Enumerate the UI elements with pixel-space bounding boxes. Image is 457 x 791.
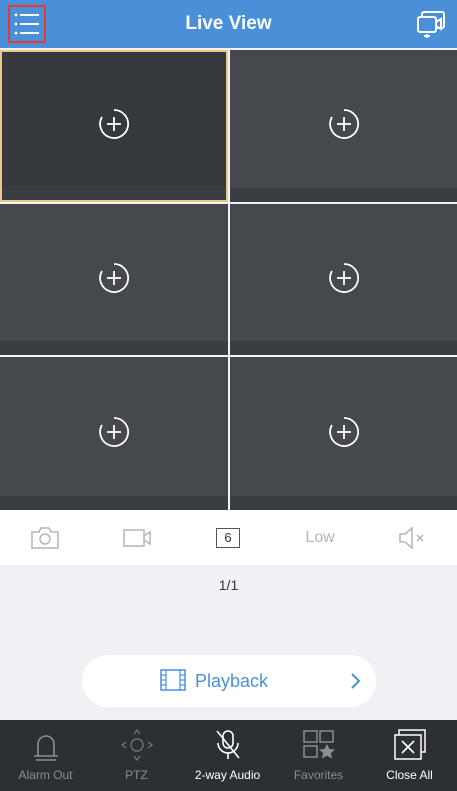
page-title: Live View: [185, 13, 272, 34]
video-window-1[interactable]: [0, 50, 228, 202]
page-area: 1/1 Playback: [0, 565, 457, 720]
alarm-out-label: Alarm Out: [18, 768, 73, 782]
video-window-6[interactable]: [230, 357, 457, 510]
video-window-3[interactable]: [0, 204, 228, 355]
two-way-audio-label: 2-way Audio: [194, 768, 261, 782]
add-camera-icon[interactable]: [328, 108, 360, 140]
page-indicator: 1/1: [218, 577, 239, 593]
ptz-icon: [120, 728, 153, 762]
speaker-mute-icon: [399, 525, 424, 550]
bottom-function-bar: Alarm Out PTZ 2-way Audio Favorites Clos…: [0, 720, 457, 791]
playback-button[interactable]: Playback: [82, 655, 376, 707]
alarm-light-icon: [33, 735, 58, 761]
video-window-status-bar: [230, 496, 457, 510]
add-device-button[interactable]: [417, 10, 447, 38]
split-screen-button[interactable]: 6: [198, 510, 258, 565]
close-all-label: Close All: [386, 768, 433, 782]
playback-label: Playback: [195, 671, 269, 691]
quality-button[interactable]: Low: [290, 510, 350, 565]
add-camera-icon[interactable]: [328, 416, 360, 448]
close-all-button[interactable]: Close All: [364, 720, 455, 791]
top-nav-bar: Live View: [0, 0, 457, 48]
camera-icon: [31, 526, 59, 549]
split-count: 6: [216, 527, 240, 548]
close-all-icon: [393, 729, 426, 760]
video-window-status-bar: [230, 341, 457, 355]
live-view-grid: [0, 48, 457, 510]
add-camera-icon[interactable]: [98, 108, 130, 140]
ptz-label: PTZ: [125, 768, 148, 782]
mute-button[interactable]: [382, 510, 442, 565]
alarm-out-button[interactable]: Alarm Out: [0, 720, 91, 791]
video-window-status-bar: [0, 496, 228, 510]
two-way-audio-button[interactable]: 2-way Audio: [182, 720, 273, 791]
video-window-status-bar: [230, 188, 457, 202]
ptz-button[interactable]: PTZ: [91, 720, 182, 791]
video-window-2[interactable]: [230, 50, 457, 202]
video-window-5[interactable]: [0, 357, 228, 510]
microphone-off-icon: [215, 730, 240, 759]
quality-label: Low: [305, 528, 335, 546]
add-live-view-icon: [417, 11, 445, 38]
video-record-icon: [123, 528, 151, 547]
favorites-label: Favorites: [293, 768, 344, 782]
add-camera-icon[interactable]: [98, 262, 130, 294]
record-button[interactable]: [107, 510, 167, 565]
video-window-status-bar: [0, 341, 228, 355]
add-camera-icon[interactable]: [98, 416, 130, 448]
film-icon: [160, 669, 186, 691]
video-window-4[interactable]: [230, 204, 457, 355]
video-window-status-bar: [2, 186, 226, 200]
chevron-right-icon: [351, 673, 361, 689]
add-camera-icon[interactable]: [328, 262, 360, 294]
favorites-icon: [302, 730, 335, 759]
favorites-button[interactable]: Favorites: [273, 720, 364, 791]
live-view-toolbar: 6 Low: [0, 510, 457, 565]
snapshot-button[interactable]: [15, 510, 75, 565]
